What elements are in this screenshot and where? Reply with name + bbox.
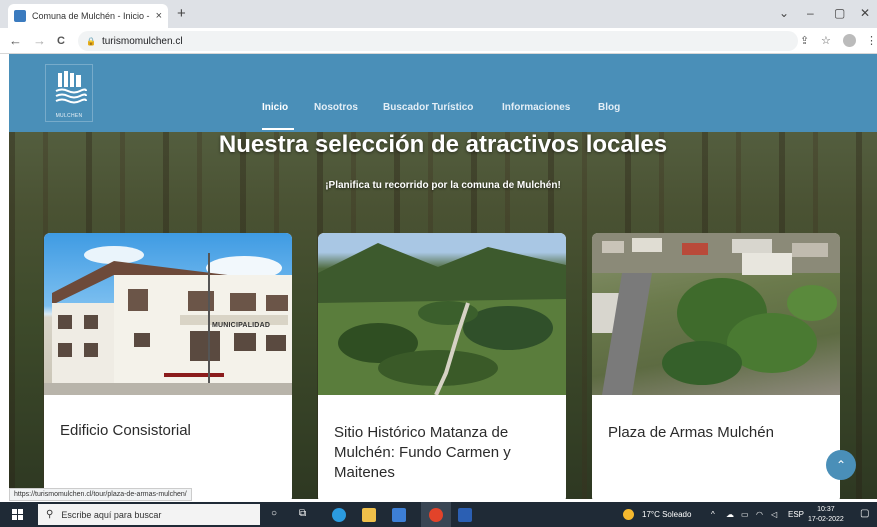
nav-informaciones[interactable]: Informaciones	[502, 102, 570, 113]
browser-toolbar: ← → C 🔒 turismomulchen.cl ⇪ ☆ ⋮	[0, 28, 877, 54]
chrome-icon[interactable]	[429, 508, 443, 522]
network-icon[interactable]: ◠	[756, 510, 763, 519]
windows-start-icon[interactable]	[12, 509, 24, 521]
search-placeholder: Escribe aquí para buscar	[61, 509, 162, 520]
attraction-card[interactable]: Sitio Histórico Matanza de Mulchén: Fund…	[318, 233, 566, 499]
clock-date: 17-02-2022	[808, 516, 844, 523]
file-explorer-icon[interactable]	[362, 508, 376, 522]
taskbar-clock[interactable]: 10:37 17-02-2022	[808, 505, 844, 525]
taskbar-search-input[interactable]: ⚲ Escribe aquí para buscar	[38, 504, 260, 525]
edge-icon[interactable]	[332, 508, 346, 522]
municipal-building-illustration	[44, 246, 292, 395]
attraction-card[interactable]: Plaza de Armas Mulchén	[592, 233, 840, 499]
volume-icon[interactable]: ◁	[771, 510, 777, 519]
notifications-icon[interactable]: ▢	[860, 508, 869, 519]
weather-text[interactable]: 17°C Soleado	[642, 510, 691, 519]
mulchen-logo[interactable]: MULCHEN	[45, 64, 93, 122]
card-title-sitio-historico[interactable]: Sitio Histórico Matanza de Mulchén: Fund…	[334, 423, 544, 483]
hero-subtitle: ¡Planifica tu recorrido por la comuna de…	[325, 180, 561, 191]
url-text: turismomulchen.cl	[101, 35, 183, 47]
scroll-to-top-button[interactable]: ⌃	[826, 450, 856, 480]
task-view-icon[interactable]: ⧉	[299, 508, 306, 519]
status-bar-link: https://turismomulchen.cl/tour/plaza-de-…	[9, 488, 192, 501]
lock-icon: 🔒	[86, 36, 96, 46]
web-page: MULCHEN Inicio Nosotros Buscador Turísti…	[9, 54, 877, 499]
address-bar[interactable]: 🔒 turismomulchen.cl	[78, 31, 798, 51]
hero-title: Nuestra selección de atractivos locales	[218, 131, 668, 158]
star-icon[interactable]: ☆	[821, 34, 831, 47]
plaza-de-armas-image[interactable]	[592, 233, 840, 395]
tab-search-icon[interactable]: ⌄	[779, 6, 789, 20]
site-favicon-icon	[14, 10, 26, 22]
card-title-plaza-de-armas[interactable]: Plaza de Armas Mulchén	[608, 423, 824, 443]
cortana-icon[interactable]: ○	[271, 508, 277, 519]
profile-icon[interactable]	[843, 34, 856, 47]
store-icon[interactable]	[392, 508, 406, 522]
logo-text: MULCHEN	[55, 113, 83, 119]
logo-emblem-icon	[55, 71, 87, 104]
site-header: MULCHEN Inicio Nosotros Buscador Turísti…	[9, 54, 877, 132]
close-window-button[interactable]: ✕	[860, 6, 870, 20]
attraction-card[interactable]: MUNICIPALIDAD Edificio Consistorial	[44, 233, 292, 499]
show-hidden-icons-icon[interactable]: ^	[711, 510, 715, 519]
share-icon[interactable]: ⇪	[800, 34, 809, 47]
valley-illustration	[318, 243, 566, 396]
nav-blog[interactable]: Blog	[598, 102, 620, 113]
battery-icon[interactable]: ▭	[741, 510, 749, 519]
browser-tab[interactable]: Comuna de Mulchén - Inicio - Tu ×	[8, 4, 168, 28]
search-icon: ⚲	[46, 509, 54, 520]
windows-taskbar: ⚲ Escribe aquí para buscar ○ ⧉ 17°C Sole…	[0, 502, 877, 527]
tab-close-icon[interactable]: ×	[156, 10, 162, 22]
plaza-aerial-illustration	[592, 233, 840, 395]
active-nav-indicator	[262, 128, 294, 130]
onedrive-icon[interactable]: ☁	[726, 510, 734, 519]
menu-icon[interactable]: ⋮	[866, 34, 877, 47]
back-button[interactable]: ←	[9, 33, 22, 48]
clock-time: 10:37	[817, 506, 835, 513]
maximize-button[interactable]: ▢	[834, 6, 845, 20]
reload-button[interactable]: C	[57, 35, 65, 47]
tab-title: Comuna de Mulchén - Inicio - Tu	[32, 11, 152, 21]
new-tab-button[interactable]: +	[177, 5, 186, 22]
browser-tab-bar: Comuna de Mulchén - Inicio - Tu × + ⌄ – …	[0, 0, 877, 28]
nav-buscador-turistico[interactable]: Buscador Turístico	[383, 102, 473, 113]
language-indicator[interactable]: ESP	[788, 510, 804, 519]
fundo-carmen-image[interactable]	[318, 233, 566, 396]
minimize-button[interactable]: –	[807, 6, 814, 20]
word-icon[interactable]	[458, 508, 472, 522]
municipalidad-sign: MUNICIPALIDAD	[212, 322, 271, 329]
forward-button[interactable]: →	[33, 33, 46, 48]
edificio-consistorial-image[interactable]: MUNICIPALIDAD	[44, 233, 292, 395]
weather-sun-icon	[623, 509, 634, 520]
nav-inicio[interactable]: Inicio	[262, 102, 288, 113]
nav-nosotros[interactable]: Nosotros	[314, 102, 358, 113]
card-title-edificio-consistorial[interactable]: Edificio Consistorial	[60, 421, 276, 441]
